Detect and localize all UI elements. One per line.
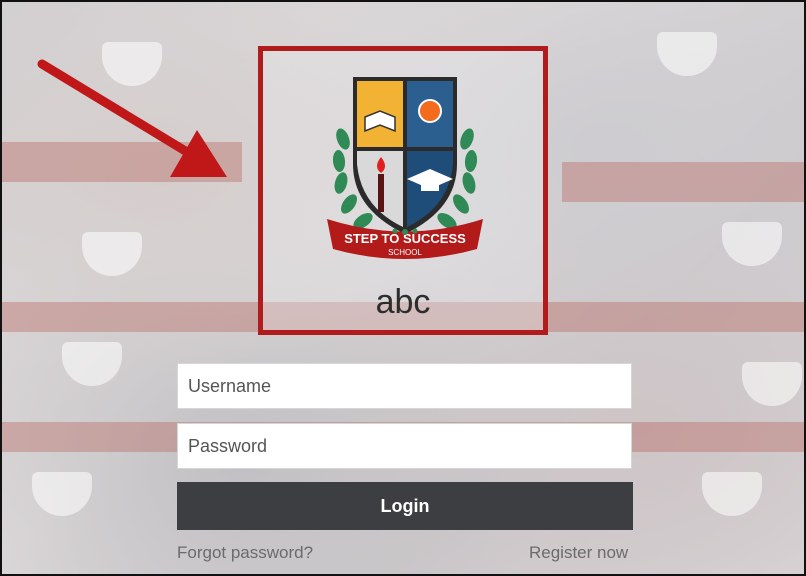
school-name: abc — [375, 283, 431, 321]
login-button[interactable]: Login — [177, 482, 633, 530]
login-screen: STEP TO SUCCESS SCHOOL abc Login Forgot … — [0, 0, 806, 576]
register-now-link[interactable]: Register now — [529, 543, 628, 563]
school-crest-icon: STEP TO SUCCESS SCHOOL — [327, 77, 483, 259]
annotation-arrow-icon — [37, 59, 227, 177]
crest-sub-text: SCHOOL — [388, 248, 422, 257]
forgot-password-link[interactable]: Forgot password? — [177, 543, 313, 563]
password-input[interactable] — [177, 423, 632, 469]
username-input[interactable] — [177, 363, 632, 409]
logo-highlight-box: STEP TO SUCCESS SCHOOL abc — [258, 46, 548, 335]
